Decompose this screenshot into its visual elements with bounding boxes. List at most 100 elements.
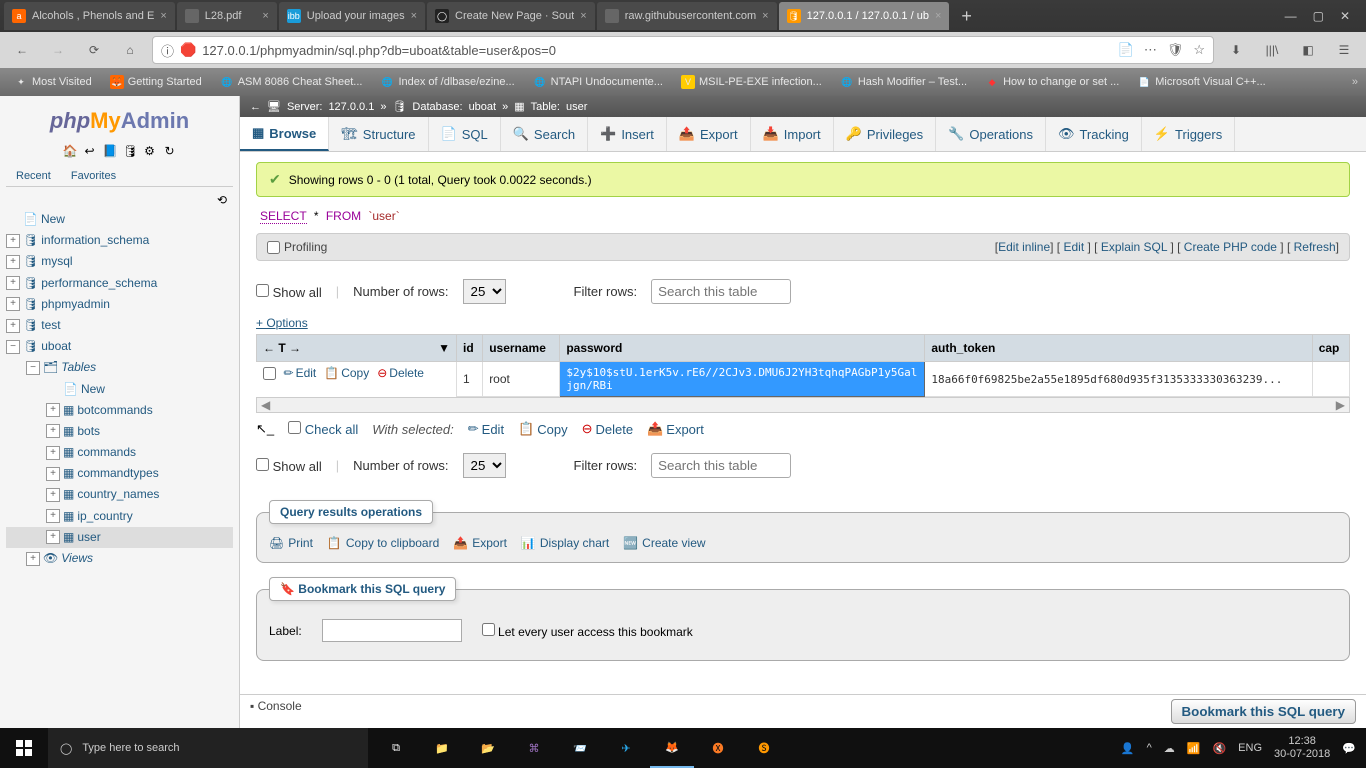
numrows-select[interactable]: 25 xyxy=(463,279,506,304)
bookmark-item[interactable]: 🌐Index of /dlbase/ezine... xyxy=(374,72,520,92)
tab-privileges[interactable]: 🔑Privileges xyxy=(834,117,937,151)
close-icon[interactable]: × xyxy=(580,10,586,22)
check-all-checkbox[interactable]: Check all xyxy=(288,421,358,437)
vscode-icon[interactable]: ⌘ xyxy=(512,728,556,768)
expand-icon[interactable]: + xyxy=(46,509,60,523)
tree-db[interactable]: +🛢mysql xyxy=(6,251,233,272)
close-icon[interactable]: × xyxy=(262,10,268,22)
tree-db[interactable]: +🛢phpmyadmin xyxy=(6,294,233,315)
tab-tracking[interactable]: 👁Tracking xyxy=(1046,117,1142,151)
firefox-icon[interactable]: 🦊 xyxy=(650,728,694,768)
collapse-icon[interactable]: ⟲ xyxy=(6,191,233,209)
browser-tab[interactable]: L28.pdf× xyxy=(177,2,277,30)
clipboard-link[interactable]: 📋Copy to clipboard xyxy=(327,536,439,550)
expand-icon[interactable]: + xyxy=(26,552,40,566)
taskview-icon[interactable]: ⧉ xyxy=(374,728,418,768)
collapse-icon[interactable]: − xyxy=(6,340,20,354)
tree-table[interactable]: +▦commandtypes xyxy=(6,463,233,484)
tree-new-table[interactable]: 📄New xyxy=(6,379,233,400)
tree-table[interactable]: +▦commands xyxy=(6,442,233,463)
expand-icon[interactable]: + xyxy=(6,276,20,290)
reload-button[interactable]: ⟳ xyxy=(80,36,108,64)
expand-icon[interactable]: + xyxy=(46,488,60,502)
cell-username[interactable]: root xyxy=(483,362,560,397)
th-auth-token[interactable]: auth_token xyxy=(925,335,1312,362)
logout-icon[interactable]: ↩ xyxy=(83,144,97,158)
bookmark-item[interactable]: ◆How to change or set ... xyxy=(979,72,1125,92)
new-tab-button[interactable]: + xyxy=(951,2,982,31)
info-icon[interactable]: ⓘ xyxy=(161,41,174,60)
docs-icon[interactable]: 📘 xyxy=(103,144,117,158)
breadcrumb-db[interactable]: uboat xyxy=(469,101,497,113)
tree-db[interactable]: +🛢test xyxy=(6,315,233,336)
browser-tab[interactable]: aAlcohols , Phenols and E× xyxy=(4,2,175,30)
tree-db[interactable]: +🛢information_schema xyxy=(6,230,233,251)
explorer-icon[interactable]: 📁 xyxy=(420,728,464,768)
sidebar-button[interactable]: ◧ xyxy=(1294,36,1322,64)
downloads-button[interactable]: ⬇ xyxy=(1222,36,1250,64)
expand-icon[interactable]: + xyxy=(46,530,60,544)
expand-icon[interactable]: + xyxy=(6,297,20,311)
tab-export[interactable]: 📤Export xyxy=(667,117,751,151)
cell-auth-token[interactable]: 18a66f0f69825be2a55e1895df680d935f313533… xyxy=(925,362,1312,397)
tree-table[interactable]: +▦country_names xyxy=(6,484,233,505)
tray-up-icon[interactable]: ^ xyxy=(1147,742,1152,754)
bookmark-label-input[interactable] xyxy=(322,619,462,642)
telegram-icon[interactable]: ✈ xyxy=(604,728,648,768)
browser-tab[interactable]: ◯Create New Page · Sout× xyxy=(427,2,595,30)
home-button[interactable]: ⌂ xyxy=(116,36,144,64)
cell-cap[interactable] xyxy=(1312,362,1349,397)
bookmark-item[interactable]: ✦Most Visited xyxy=(8,72,98,92)
cell-id[interactable]: 1 xyxy=(457,362,483,397)
show-all-checkbox[interactable]: Show all xyxy=(256,284,322,300)
wifi-icon[interactable]: 📶 xyxy=(1187,742,1201,755)
close-icon[interactable]: × xyxy=(411,10,417,22)
view-link[interactable]: 🆕Create view xyxy=(623,536,705,550)
onedrive-icon[interactable]: ☁ xyxy=(1164,742,1175,755)
show-all-checkbox[interactable]: Show all xyxy=(256,458,322,474)
browser-tab-active[interactable]: 🛢127.0.0.1 / 127.0.0.1 / ub× xyxy=(779,2,950,30)
browser-tab[interactable]: raw.githubusercontent.com× xyxy=(597,2,777,30)
minimize-button[interactable]: — xyxy=(1285,9,1297,23)
nav-back-icon[interactable]: ← xyxy=(250,101,261,113)
bookmarks-overflow[interactable]: » xyxy=(1352,76,1358,88)
tree-table[interactable]: +▦botcommands xyxy=(6,400,233,421)
back-button[interactable]: ← xyxy=(8,36,36,64)
maximize-button[interactable]: ▢ xyxy=(1313,9,1324,23)
row-checkbox[interactable] xyxy=(263,367,276,380)
start-button[interactable] xyxy=(0,728,48,768)
tree-db-uboat[interactable]: −🛢uboat xyxy=(6,336,233,357)
batch-edit[interactable]: ✏Edit xyxy=(468,421,504,437)
expand-icon[interactable]: + xyxy=(6,234,20,248)
create-php-link[interactable]: Create PHP code xyxy=(1184,240,1277,254)
explorer-icon[interactable]: 📂 xyxy=(466,728,510,768)
tab-structure[interactable]: 🏗Structure xyxy=(329,117,428,151)
batch-export[interactable]: 📤Export xyxy=(647,421,704,437)
favorites-tab[interactable]: Favorites xyxy=(61,166,126,186)
breadcrumb-server[interactable]: 127.0.0.1 xyxy=(328,101,374,113)
close-icon[interactable]: × xyxy=(935,10,941,22)
profiling-checkbox[interactable]: Profiling xyxy=(267,240,327,254)
people-icon[interactable]: 👤 xyxy=(1121,742,1135,755)
recent-tab[interactable]: Recent xyxy=(6,166,61,186)
tab-triggers[interactable]: ⚡Triggers xyxy=(1142,117,1235,151)
expand-icon[interactable]: + xyxy=(46,467,60,481)
edit-link[interactable]: Edit xyxy=(1063,240,1084,254)
volume-icon[interactable]: 🔇 xyxy=(1212,742,1226,755)
edit-inline-link[interactable]: Edit inline xyxy=(998,240,1050,254)
numrows-select[interactable]: 25 xyxy=(463,453,506,478)
sql-icon[interactable]: 🛢 xyxy=(123,144,137,158)
cell-password[interactable]: $2y$10$stU.1erK5v.rE6//2CJv3.DMU6J2YH3tq… xyxy=(560,362,925,397)
expand-icon[interactable]: + xyxy=(46,446,60,460)
tab-browse[interactable]: ▦Browse xyxy=(240,117,329,151)
breadcrumb-table[interactable]: user xyxy=(566,101,587,113)
bookmark-item[interactable]: 📄Microsoft Visual C++... xyxy=(1131,72,1271,92)
url-bar[interactable]: ⓘ 🛑 127.0.0.1/phpmyadmin/sql.php?db=uboa… xyxy=(152,36,1214,64)
library-button[interactable]: |||\ xyxy=(1258,36,1286,64)
tree-new[interactable]: 📄New xyxy=(6,209,233,230)
bookmark-query-button[interactable]: Bookmark this SQL query xyxy=(1171,699,1356,724)
close-icon[interactable]: × xyxy=(160,10,166,22)
bookmark-item[interactable]: VMSIL-PE-EXE infection... xyxy=(675,72,828,92)
lang-indicator[interactable]: ENG xyxy=(1238,742,1262,754)
bookmark-item[interactable]: 🌐Hash Modifier – Test... xyxy=(834,72,973,92)
